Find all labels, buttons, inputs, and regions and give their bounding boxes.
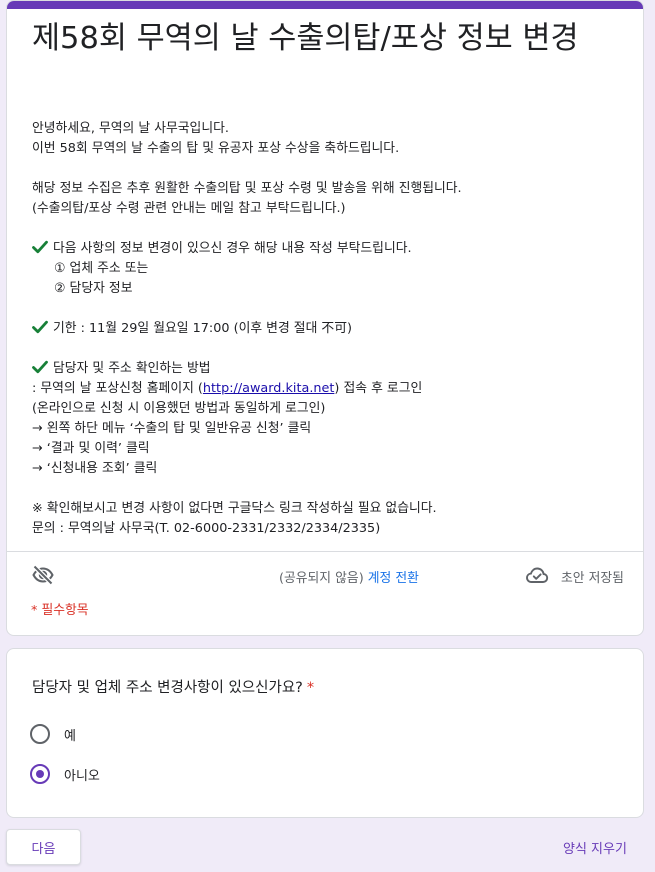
desc-congrats: 이번 58회 무역의 날 수출의 탑 및 유공자 포상 수상을 축하드립니다. <box>32 141 400 156</box>
account-status: (공유되지 않음) 계정 전환 <box>279 567 419 586</box>
option-yes-label: 예 <box>64 728 76 744</box>
desc-greeting: 안녕하세요, 무역의 날 사무국입니다. <box>32 121 229 136</box>
clear-form-button[interactable]: 양식 지우기 <box>563 838 627 857</box>
required-field-note: * 필수항목 <box>31 603 89 618</box>
desc-method-line5: → ‘신청내용 조회’ 클릭 <box>32 461 158 476</box>
radio-option-yes[interactable]: 예 <box>30 722 76 746</box>
form-header-card: 제58회 무역의 날 수출의탑/포상 정보 변경 안녕하세요, 무역의 날 사무… <box>6 0 644 636</box>
desc-purpose-note: (수출의탑/포상 수령 관련 안내는 메일 참고 부탁드립니다.) <box>32 201 346 216</box>
question-title: 담당자 및 업체 주소 변경사항이 있으신가요? * <box>32 676 314 697</box>
cloud-done-icon <box>526 567 549 583</box>
question-text: 담당자 및 업체 주소 변경사항이 있으신가요? <box>32 680 303 696</box>
option-no-label: 아니오 <box>64 768 100 784</box>
required-mark: * <box>306 680 315 696</box>
draft-saved-status: 초안 저장됨 <box>561 571 624 586</box>
radio-icon[interactable] <box>30 724 50 744</box>
desc-method-line2: (온라인으로 신청 시 이용했던 방법과 동일하게 로그인) <box>32 401 326 416</box>
check-icon <box>32 360 48 374</box>
desc-item-address: ① 업체 주소 또는 <box>54 261 149 276</box>
desc-contact: 문의 : 무역의날 사무국(T. 02-6000-2331/2332/2334/… <box>32 521 381 536</box>
visibility-off-icon[interactable] <box>31 563 55 587</box>
accent-bar <box>7 1 643 9</box>
check-deadline-text: 기한 : 11월 29일 월요일 17:00 (이후 변경 절대 不可) <box>53 321 352 336</box>
desc-purpose: 해당 정보 수집은 추후 원활한 수출의탑 및 포상 수령 및 발송을 위해 진… <box>32 181 462 196</box>
check-icon <box>32 320 48 334</box>
radio-checked-icon[interactable] <box>30 764 50 784</box>
desc-check-deadline: 기한 : 11월 29일 월요일 17:00 (이후 변경 절대 不可) <box>32 319 632 339</box>
radio-option-no[interactable]: 아니오 <box>30 762 100 786</box>
check-icon <box>32 240 48 254</box>
account-not-shared: (공유되지 않음) <box>279 571 364 586</box>
form-description: 안녕하세요, 무역의 날 사무국입니다. 이번 58회 무역의 날 수출의 탑 … <box>32 119 632 539</box>
desc-note: ※ 확인해보시고 변경 사항이 없다면 구글닥스 링크 작성하실 필요 없습니다… <box>32 501 437 516</box>
desc-method-line1: : 무역의 날 포상신청 홈페이지 (http://award.kita.net… <box>32 379 632 399</box>
next-button[interactable]: 다음 <box>6 829 81 865</box>
award-site-link[interactable]: http://award.kita.net <box>203 381 334 396</box>
check-method-text: 담당자 및 주소 확인하는 방법 <box>53 361 211 376</box>
header-divider <box>7 551 643 552</box>
desc-check-change: 다음 사항의 정보 변경이 있으신 경우 해당 내용 작성 부탁드립니다. <box>32 239 632 259</box>
question-card: 담당자 및 업체 주소 변경사항이 있으신가요? * 예 아니오 <box>6 648 644 818</box>
radio-dot <box>36 770 44 778</box>
desc-check-method: 담당자 및 주소 확인하는 방법 <box>32 359 632 379</box>
method-line1-post: ) 접속 후 로그인 <box>334 381 423 396</box>
desc-item-contact: ② 담당자 정보 <box>54 281 133 296</box>
desc-method-line4: → ‘결과 및 이력’ 클릭 <box>32 441 150 456</box>
switch-account-link[interactable]: 계정 전환 <box>368 571 419 586</box>
method-line1-pre: : 무역의 날 포상신청 홈페이지 ( <box>32 381 203 396</box>
form-title: 제58회 무역의 날 수출의탑/포상 정보 변경 <box>32 21 579 56</box>
check-change-text: 다음 사항의 정보 변경이 있으신 경우 해당 내용 작성 부탁드립니다. <box>53 241 412 256</box>
desc-method-line3: → 왼쪽 하단 메뉴 ‘수출의 탑 및 일반유공 신청’ 클릭 <box>32 421 312 436</box>
